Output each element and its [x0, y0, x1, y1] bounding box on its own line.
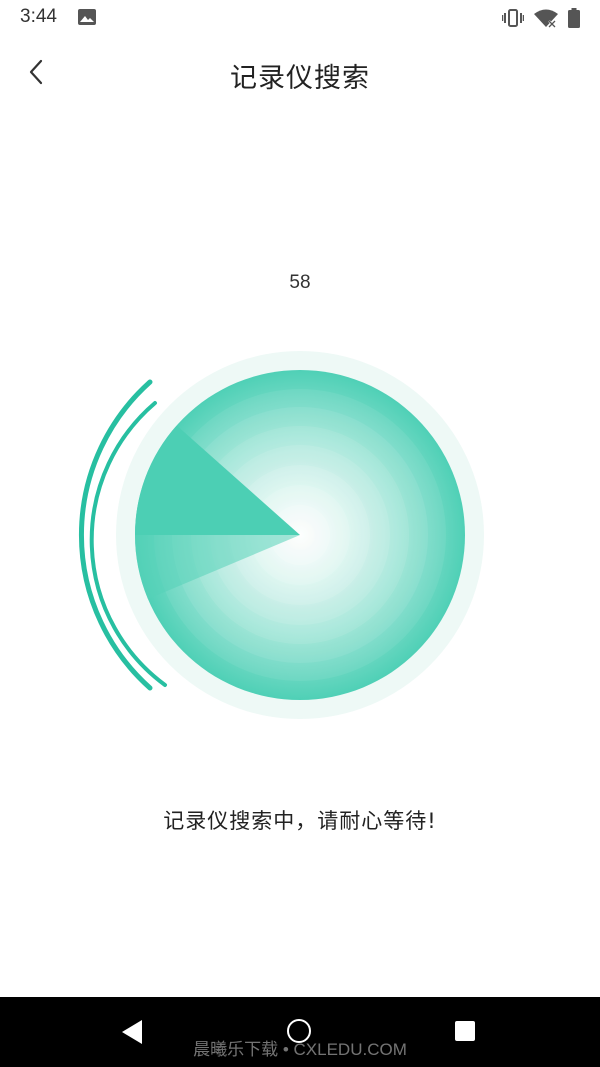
- search-status-message: 记录仪搜索中，请耐心等待!: [163, 809, 437, 833]
- status-time: 3:44: [20, 6, 57, 27]
- nav-recent-icon[interactable]: [455, 1021, 475, 1041]
- navigation-bar: 晨曦乐下载 • CXLEDU.COM: [0, 997, 600, 1067]
- status-bar: 3:44: [0, 0, 600, 36]
- status-icons: [502, 7, 580, 29]
- radar-scan: [79, 351, 484, 719]
- nav-back-icon[interactable]: [120, 1019, 144, 1045]
- battery-icon: [568, 8, 580, 28]
- vibrate-icon: [502, 9, 524, 27]
- page-title: 记录仪搜索: [230, 63, 370, 94]
- countdown-timer: 58: [289, 272, 311, 293]
- image-icon: [78, 9, 96, 25]
- nav-home-icon[interactable]: [287, 1019, 311, 1043]
- wifi-icon: [534, 9, 558, 28]
- header: 记录仪搜索: [0, 36, 600, 108]
